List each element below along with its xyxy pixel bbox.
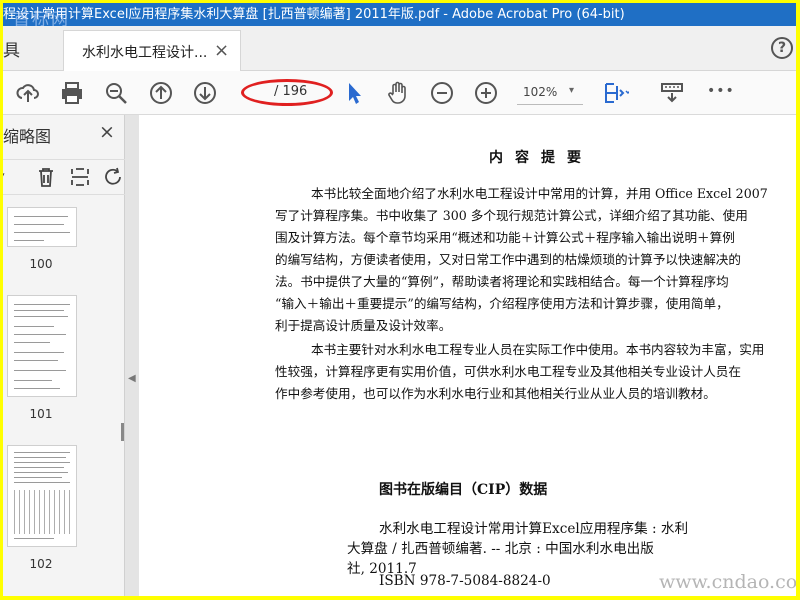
panel-options-chevron-icon[interactable]: ▾ [3,169,5,182]
red-highlight-oval [241,79,333,106]
tab-document-label: 水利水电工程设计... [82,45,208,61]
thumbnail-page-101[interactable] [7,295,77,397]
panel-scrollbar[interactable] [121,423,124,441]
paragraph-line: 法。书中提供了大量的“算例”，帮助读者将理论和实践相结合。每一个计算程序均 [275,274,729,289]
paragraph-line: 本书比较全面地介绍了水利水电工程设计中常用的计算，并用 Office Excel… [311,186,768,201]
tab-document[interactable]: 水利水电工程设计... × [63,30,241,71]
close-tab-icon[interactable]: × [214,40,229,61]
paragraph-line: 的编写结构，方便读者使用，又对日常工作中遇到的枯燥烦琐的计算予以快速解决的 [275,252,741,267]
paragraph-line: 本书主要针对水利水电工程专业人员在实际工作中使用。本书内容较为丰富，实用 [311,342,765,357]
paragraph-line: 利于提高设计质量及设计效率。 [275,318,452,333]
select-cursor-icon[interactable] [341,80,367,106]
thumbnail-label: 100 [29,257,53,271]
zoom-out-icon[interactable] [429,80,455,106]
site-watermark: 首标网 [13,10,70,26]
tab-tools[interactable]: 具 [3,36,20,61]
thumbnail-panel: 缩略图 × ▾ 100 [3,115,125,596]
help-icon[interactable]: ? [771,37,793,59]
next-page-icon[interactable] [192,80,218,106]
cloud-upload-icon[interactable] [15,80,41,106]
thumbnail-label: 102 [29,557,53,571]
panel-title: 缩略图 [3,127,52,146]
delete-page-icon[interactable] [35,166,57,192]
site-watermark-bottom: www.cndao.com [659,571,796,593]
thumbnail-label: 101 [29,407,53,421]
chevron-down-icon: ▾ [569,85,575,96]
zoom-in-icon[interactable] [473,80,499,106]
thumbnail-page-100[interactable] [7,207,77,247]
zoom-value: 102% [523,85,558,99]
cip-line: 大算盘 / 扎西普顿编著. -- 北京 : 中国水利水电出版 [347,541,654,557]
title-bar: 程设计常用计算Excel应用程序集水利大算盘 [扎西普顿编著] 2011年版.p… [3,3,796,26]
paragraph-line: 写了计算程序集。书中收集了 300 多个现行规范计算公式，详细介绍了其功能、使用 [275,208,748,223]
close-panel-icon[interactable]: × [99,121,115,143]
window-title: 程设计常用计算Excel应用程序集水利大算盘 [扎西普顿编著] 2011年版.p… [3,7,625,22]
tab-bar: 具 水利水电工程设计... × ? [3,26,796,71]
previous-page-icon[interactable] [148,80,174,106]
panel-splitter[interactable]: ◀ [125,115,139,596]
paragraph-line: 围及计算方法。每个章节均采用“概述和功能＋计算公式＋程序输入输出说明＋算例 [275,230,735,245]
hand-tool-icon[interactable] [385,80,411,106]
extract-page-icon[interactable] [69,166,91,192]
collapse-panel-icon[interactable]: ◀ [128,373,136,384]
thumbnail-table-graphic [14,490,72,534]
summary-heading: 内容提要 [489,150,593,166]
zoom-dropdown[interactable]: 102% ▾ [517,81,583,105]
paragraph-line: “输入＋输出＋重要提示”的编写结构，介绍程序使用方法和计算步骤，使用简单， [275,296,729,311]
thumbnail-page-102[interactable] [7,445,77,547]
paragraph-line: 性较强，计算程序更有实用价值，可供水利水电工程专业及其他相关专业设计人员在 [275,364,741,379]
print-icon[interactable] [59,80,85,106]
page-number-field[interactable]: / 196 [241,79,333,106]
panel-toolbar: ▾ [3,159,125,195]
app-window: 程设计常用计算Excel应用程序集水利大算盘 [扎西普顿编著] 2011年版.p… [3,3,796,596]
toolbar: / 196 102% ▾ ••• [3,71,796,115]
rotate-page-icon[interactable] [103,166,125,192]
cip-line: 水利水电工程设计常用计算Excel应用程序集 : 水利 [379,521,689,537]
zoom-out-search-icon[interactable] [103,80,129,106]
keyboard-read-icon[interactable] [659,80,685,106]
more-options-icon[interactable]: ••• [707,83,734,109]
cip-heading: 图书在版编目（CIP）数据 [379,482,548,498]
fit-page-icon[interactable] [603,80,631,106]
cip-line: ISBN 978-7-5084-8824-0 [379,573,551,589]
document-view: 内容提要 本书比较全面地介绍了水利水电工程设计中常用的计算，并用 Office … [139,115,796,596]
paragraph-line: 作中参考使用，也可以作为水利水电行业和其他相关行业从业人员的培训教材。 [275,386,716,401]
